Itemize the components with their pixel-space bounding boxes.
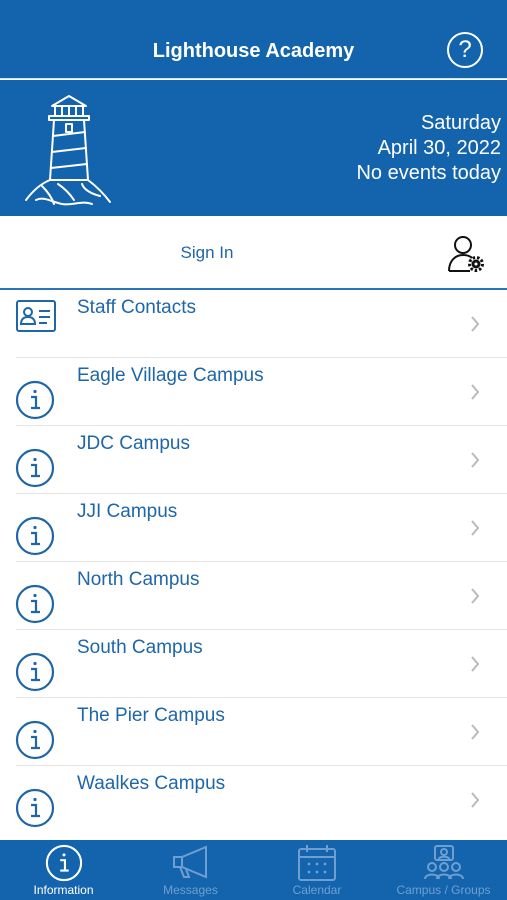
list-item-eagle-village-campus[interactable]: Eagle Village Campus <box>0 358 507 426</box>
lighthouse-icon <box>25 95 111 206</box>
info-circle-icon <box>15 788 55 828</box>
tab-messages[interactable]: Messages <box>127 840 254 900</box>
info-circle-icon <box>15 584 55 624</box>
chevron-right-icon <box>471 724 480 740</box>
megaphone-icon <box>172 845 207 879</box>
info-circle-icon <box>15 720 55 760</box>
top-bar: Lighthouse Academy ? <box>0 0 507 79</box>
date-info: Saturday April 30, 2022 No events today <box>356 111 501 186</box>
app-title: Lighthouse Academy <box>152 40 355 62</box>
header-banner: Saturday April 30, 2022 No events today <box>0 80 507 216</box>
sign-in-label[interactable]: Sign In <box>0 243 414 263</box>
tab-label: Messages <box>163 883 218 897</box>
list-item-label: North Campus <box>77 569 200 590</box>
info-circle-icon <box>45 844 82 882</box>
tab-label: Information <box>33 883 94 897</box>
list-item-jdc-campus[interactable]: JDC Campus <box>0 426 507 494</box>
list-item-label: South Campus <box>77 637 203 658</box>
calendar-icon <box>298 845 336 881</box>
tab-label: Campus / Groups <box>396 883 491 897</box>
list-item-label: Waalkes Campus <box>77 773 226 794</box>
events-label: No events today <box>356 162 501 184</box>
tab-information[interactable]: Information <box>0 840 127 900</box>
chevron-right-icon <box>471 384 480 400</box>
list-item-north-campus[interactable]: North Campus <box>0 562 507 630</box>
list-item-label: JJI Campus <box>77 501 178 522</box>
user-gear-icon[interactable] <box>445 233 487 275</box>
list-item-jji-campus[interactable]: JJI Campus <box>0 494 507 562</box>
chevron-right-icon <box>471 656 480 672</box>
list-item-label: The Pier Campus <box>77 705 225 726</box>
contact-card-icon <box>16 300 56 332</box>
chevron-right-icon <box>471 316 480 332</box>
list-item-staff-contacts[interactable]: Staff Contacts <box>0 290 507 358</box>
question-circle-icon: ? <box>458 36 472 63</box>
help-button[interactable]: ? <box>447 32 483 68</box>
list-item-label: Staff Contacts <box>77 297 196 318</box>
tab-bar: Information Messages Calendar Campus / G… <box>0 840 507 900</box>
group-icon <box>423 845 464 880</box>
list-item-south-campus[interactable]: South Campus <box>0 630 507 698</box>
info-circle-icon <box>15 516 55 556</box>
chevron-right-icon <box>471 588 480 604</box>
tab-campus-groups[interactable]: Campus / Groups <box>380 840 507 900</box>
day-label: Saturday <box>420 112 501 134</box>
info-circle-icon <box>15 448 55 488</box>
chevron-right-icon <box>471 792 480 808</box>
chevron-right-icon <box>471 520 480 536</box>
list-item-waalkes-campus[interactable]: Waalkes Campus <box>0 766 507 834</box>
date-label: April 30, 2022 <box>377 137 501 159</box>
info-circle-icon <box>15 652 55 692</box>
info-circle-icon <box>15 380 55 420</box>
tab-calendar[interactable]: Calendar <box>254 840 380 900</box>
sign-in-row[interactable]: Sign In <box>0 216 507 290</box>
list-item-label: Eagle Village Campus <box>77 365 264 386</box>
list-item-label: JDC Campus <box>77 433 190 454</box>
list-item-the-pier-campus[interactable]: The Pier Campus <box>0 698 507 766</box>
tab-label: Calendar <box>292 883 342 897</box>
chevron-right-icon <box>471 452 480 468</box>
